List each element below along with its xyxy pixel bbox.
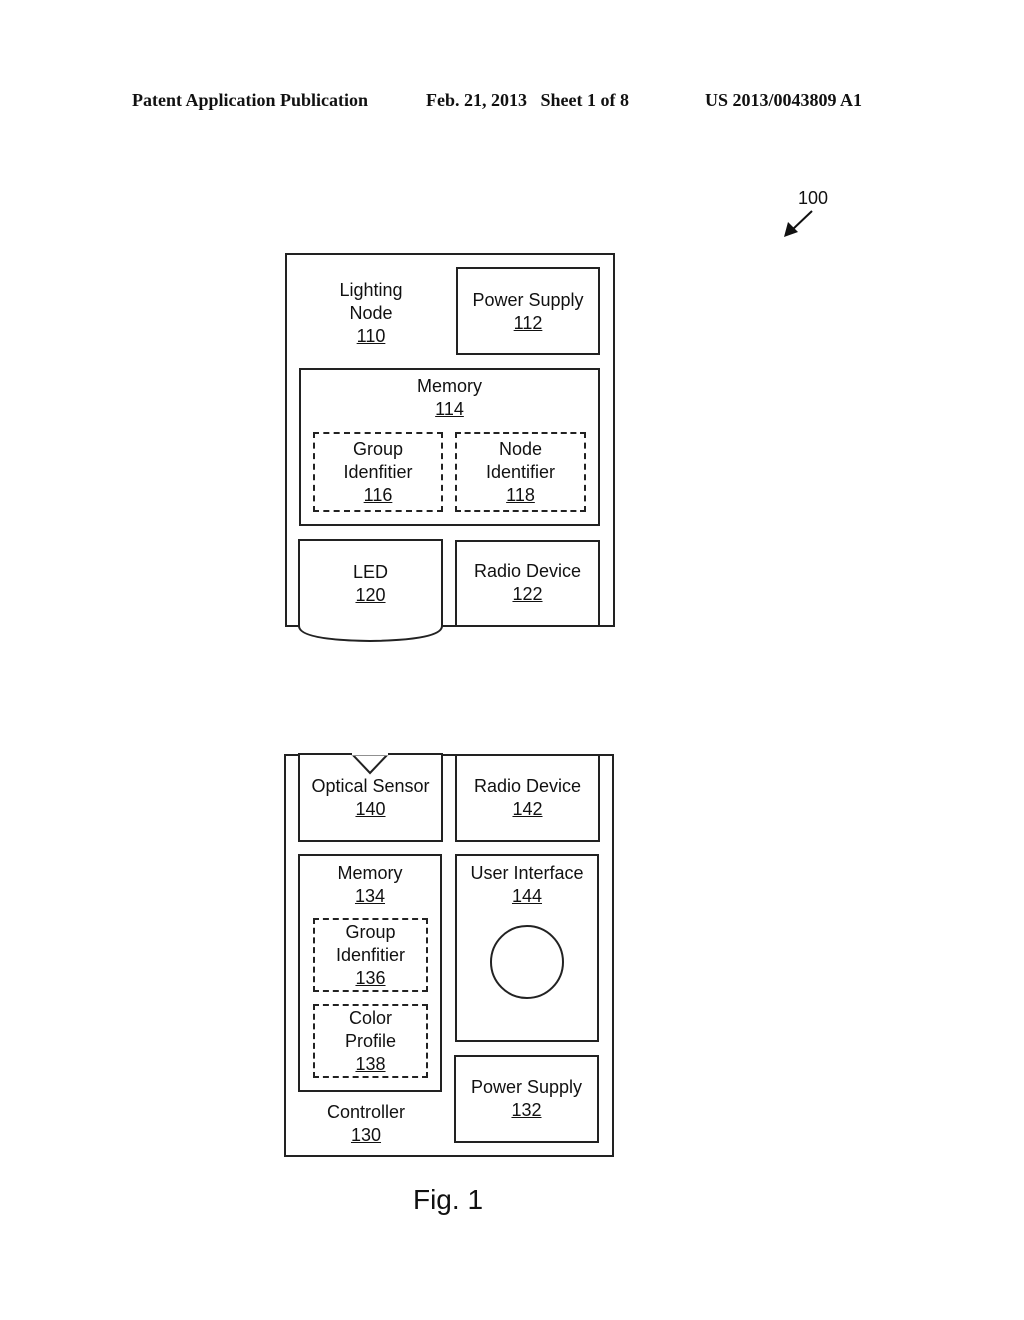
- power-supply-132-label: Power Supply 132: [470, 1077, 583, 1120]
- figure-caption: Fig. 1: [412, 1184, 484, 1215]
